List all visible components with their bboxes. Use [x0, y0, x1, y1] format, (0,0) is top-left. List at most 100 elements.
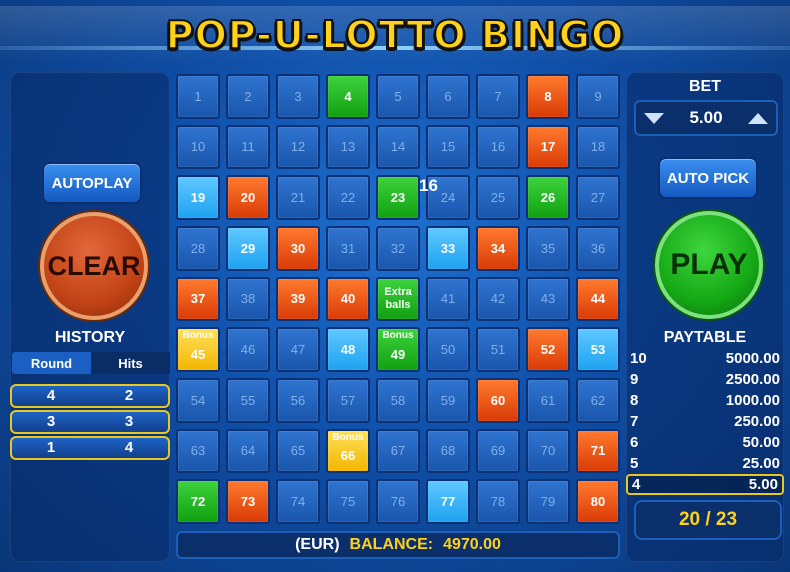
board-cell-65[interactable]: 65	[276, 428, 320, 474]
board-cell-27[interactable]: 27	[576, 175, 620, 220]
board-cell-50[interactable]: 50	[426, 327, 470, 372]
board-cell-70[interactable]: 70	[526, 428, 570, 474]
board-cell-76[interactable]: 76	[376, 479, 420, 524]
board-cell-21[interactable]: 21	[276, 175, 320, 220]
history-row[interactable]: 1 4	[10, 436, 170, 460]
history-header-round[interactable]: Round	[12, 352, 91, 374]
board-cell-7[interactable]: 7	[476, 74, 520, 119]
triangle-up-icon[interactable]	[748, 112, 768, 124]
board-cell-52[interactable]: 52	[526, 327, 570, 372]
board-cell-4[interactable]: 4	[326, 74, 370, 119]
board-cell-57[interactable]: 57	[326, 378, 370, 423]
board-cell-32[interactable]: 32	[376, 226, 420, 271]
board-cell-2[interactable]: 2	[226, 74, 270, 119]
auto-pick-button[interactable]: AUTO PICK	[658, 157, 758, 199]
board-cell-80[interactable]: 80	[576, 479, 620, 524]
board-cell-22[interactable]: 22	[326, 175, 370, 220]
board-cell-37[interactable]: 37	[176, 276, 220, 322]
board-cell-68[interactable]: 68	[426, 428, 470, 474]
board-cell-71[interactable]: 71	[576, 428, 620, 474]
extra-balls-cell[interactable]: Extra balls	[376, 276, 420, 322]
board-cell-42[interactable]: 42	[476, 276, 520, 322]
board-cell-48[interactable]: 48	[326, 327, 370, 372]
board-cell-28[interactable]: 28	[176, 226, 220, 271]
board-cell-23[interactable]: 23	[376, 175, 420, 220]
board-cell-1[interactable]: 1	[176, 74, 220, 119]
board-cell-29[interactable]: 29	[226, 226, 270, 271]
board-cell-60[interactable]: 60	[476, 378, 520, 423]
board-cell-36[interactable]: 36	[576, 226, 620, 271]
board-cell-34[interactable]: 34	[476, 226, 520, 271]
board-cell-69[interactable]: 69	[476, 428, 520, 474]
board-cell-41[interactable]: 41	[426, 276, 470, 322]
paytable-payout: 2500.00	[725, 371, 780, 388]
board-cell-74[interactable]: 74	[276, 479, 320, 524]
board-cell-47[interactable]: 47	[276, 327, 320, 372]
board-cell-11[interactable]: 11	[226, 124, 270, 170]
board-cell-13[interactable]: 13	[326, 124, 370, 170]
board-cell-8[interactable]: 8	[526, 74, 570, 119]
history-hits: 3	[124, 413, 134, 430]
board-cell-43[interactable]: 43	[526, 276, 570, 322]
board-cell-35[interactable]: 35	[526, 226, 570, 271]
board-cell-53[interactable]: 53	[576, 327, 620, 372]
board-cell-73[interactable]: 73	[226, 479, 270, 524]
board-cell-33[interactable]: 33	[426, 226, 470, 271]
board-cell-39[interactable]: 39	[276, 276, 320, 322]
board-cell-64[interactable]: 64	[226, 428, 270, 474]
board-cell-9[interactable]: 9	[576, 74, 620, 119]
board-cell-44[interactable]: 44	[576, 276, 620, 322]
board-cell-10[interactable]: 10	[176, 124, 220, 170]
history-row[interactable]: 4 2	[10, 384, 170, 408]
board-cell-5[interactable]: 5	[376, 74, 420, 119]
board-cell-56[interactable]: 56	[276, 378, 320, 423]
board-cell-38[interactable]: 38	[226, 276, 270, 322]
board-cell-77[interactable]: 77	[426, 479, 470, 524]
history-header-hits[interactable]: Hits	[91, 352, 170, 374]
paytable-hits: 10	[630, 350, 647, 367]
board-cell-79[interactable]: 79	[526, 479, 570, 524]
clear-button[interactable]: CLEAR	[40, 212, 148, 320]
board-cell-40[interactable]: 40	[326, 276, 370, 322]
board-cell-31[interactable]: 31	[326, 226, 370, 271]
board-cell-75[interactable]: 75	[326, 479, 370, 524]
history-row[interactable]: 3 3	[10, 410, 170, 434]
board-cell-26[interactable]: 26	[526, 175, 570, 220]
board-cell-62[interactable]: 62	[576, 378, 620, 423]
autoplay-button[interactable]: AUTOPLAY	[42, 162, 142, 204]
paytable-row: 8 1000.00	[626, 390, 784, 411]
board-cell-78[interactable]: 78	[476, 479, 520, 524]
board-cell-6[interactable]: 6	[426, 74, 470, 119]
board-cell-18[interactable]: 18	[576, 124, 620, 170]
bonus-badge: Bonus	[382, 330, 414, 342]
board-cell-20[interactable]: 20	[226, 175, 270, 220]
board-cell-3[interactable]: 3	[276, 74, 320, 119]
board-cell-49[interactable]: Bonus 49	[376, 327, 420, 372]
triangle-down-icon[interactable]	[644, 112, 664, 124]
board-cell-51[interactable]: 51	[476, 327, 520, 372]
board-cell-17[interactable]: 17	[526, 124, 570, 170]
board-cell-30[interactable]: 30	[276, 226, 320, 271]
history-hits: 2	[124, 387, 134, 404]
board-cell-66[interactable]: Bonus 66	[326, 428, 370, 474]
extra-label-line1: Extra	[384, 285, 412, 298]
board-cell-15[interactable]: 15	[426, 124, 470, 170]
extra-label-line2: balls	[385, 298, 411, 311]
board-cell-45[interactable]: Bonus 45	[176, 327, 220, 372]
board-cell-12[interactable]: 12	[276, 124, 320, 170]
board-cell-72[interactable]: 72	[176, 479, 220, 524]
board-cell-61[interactable]: 61	[526, 378, 570, 423]
board-cell-19[interactable]: 19	[176, 175, 220, 220]
board-cell-46[interactable]: 46	[226, 327, 270, 372]
board-cell-16[interactable]: 16	[476, 124, 520, 170]
board-cell-59[interactable]: 59	[426, 378, 470, 423]
board-cell-14[interactable]: 14	[376, 124, 420, 170]
board-cell-58[interactable]: 58	[376, 378, 420, 423]
board-cell-63[interactable]: 63	[176, 428, 220, 474]
board-cell-25[interactable]: 25	[476, 175, 520, 220]
board-cell-67[interactable]: 67	[376, 428, 420, 474]
board-cell-55[interactable]: 55	[226, 378, 270, 423]
history-round: 4	[46, 387, 56, 404]
board-cell-54[interactable]: 54	[176, 378, 220, 423]
play-button[interactable]: PLAY	[655, 211, 763, 319]
